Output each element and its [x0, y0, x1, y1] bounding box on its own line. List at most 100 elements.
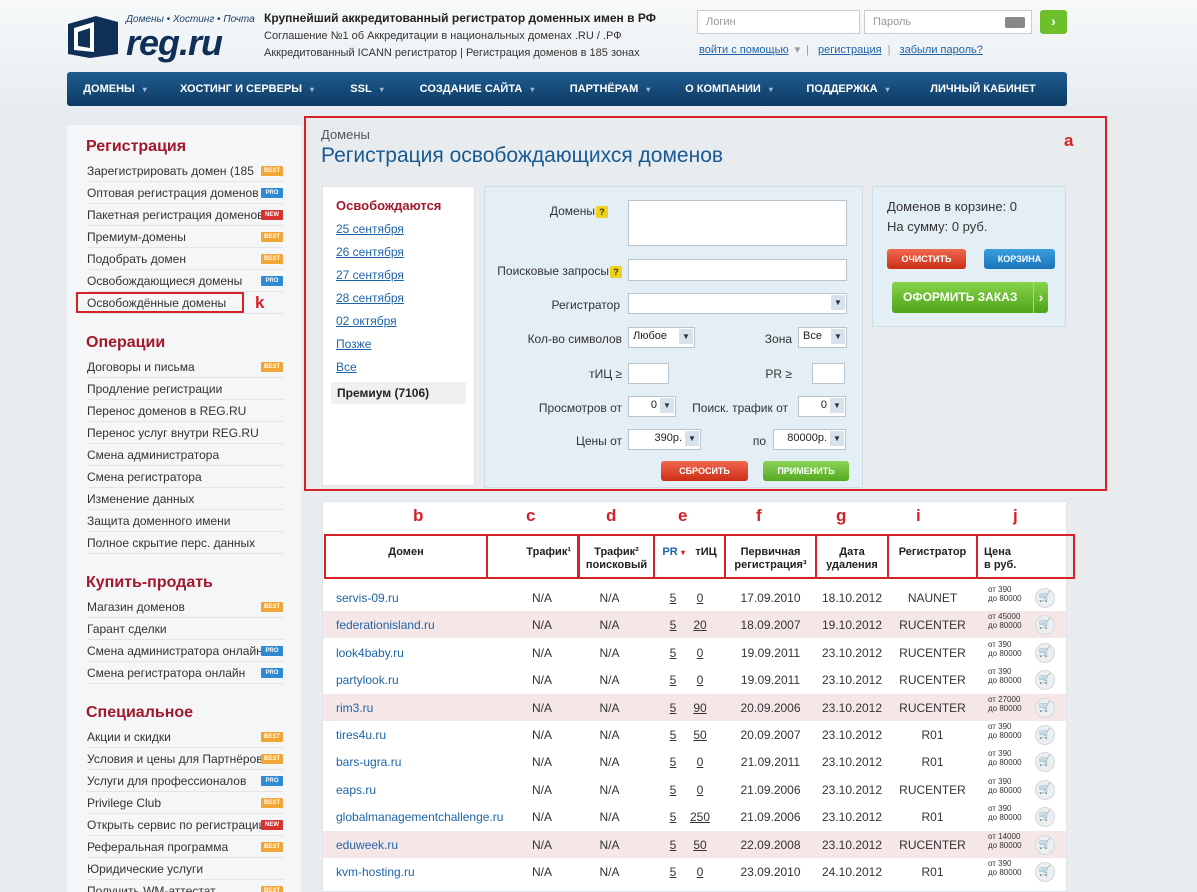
nav-site-creation[interactable]: СОЗДАНИЕ САЙТА: [403, 83, 551, 95]
column-first-registration[interactable]: Первичная регистрация³: [726, 546, 815, 572]
column-price[interactable]: Цена в руб.: [984, 546, 1054, 572]
sidebar-item-pro-services[interactable]: Услуги для профессионалов PRO: [87, 770, 283, 792]
sidebar-item-change-data[interactable]: Изменение данных: [87, 488, 283, 510]
column-traffic1[interactable]: Трафик¹: [490, 546, 577, 559]
price-from-select[interactable]: 390р. ▼: [628, 429, 701, 450]
domain-link[interactable]: tires4u.ru: [336, 728, 386, 742]
sidebar-item-wm-attestat[interactable]: Получить WM-аттестат BEST: [87, 880, 283, 892]
help-icon[interactable]: ?: [610, 266, 622, 278]
column-domain[interactable]: Домен: [326, 546, 486, 559]
sidebar-item-hide-data[interactable]: Полное скрытие перс. данных: [87, 532, 283, 554]
domains-textarea[interactable]: [628, 200, 847, 246]
basket-icon[interactable]: 🛒: [1035, 615, 1055, 636]
date-link-all[interactable]: Все: [336, 360, 357, 374]
domain-link[interactable]: globalmanagementchallenge.ru: [336, 810, 503, 824]
sidebar-item-transfer-in[interactable]: Перенос доменов в REG.RU: [87, 400, 283, 422]
domain-link[interactable]: kvm-hosting.ru: [336, 865, 415, 879]
password-input[interactable]: Пароль: [864, 10, 1032, 34]
sidebar-item-escrow[interactable]: Гарант сделки: [87, 618, 283, 640]
basket-icon[interactable]: 🛒: [1035, 834, 1055, 855]
pr-cell[interactable]: 5: [663, 838, 683, 852]
register-link[interactable]: регистрация: [818, 44, 882, 56]
basket-icon[interactable]: 🛒: [1035, 862, 1055, 882]
queries-input[interactable]: [628, 259, 847, 281]
date-link[interactable]: 26 сентября: [336, 245, 404, 259]
nav-partners[interactable]: ПАРТНЁРАМ: [551, 83, 669, 95]
domain-link[interactable]: servis-09.ru: [336, 591, 399, 605]
price-to-select[interactable]: 80000р. ▼: [773, 429, 846, 450]
date-link-later[interactable]: Позже: [336, 337, 371, 351]
domain-link[interactable]: look4baby.ru: [336, 646, 404, 660]
sidebar-item-admin-online[interactable]: Смена администратора онлайн PRO: [87, 640, 283, 662]
tic-cell[interactable]: 20: [688, 618, 712, 632]
table-row[interactable]: partylook.ru N/A N/A 5 0 19.09.2011 23.10.2012…: [323, 666, 1066, 693]
tic-cell[interactable]: 0: [688, 755, 712, 769]
help-icon[interactable]: ?: [596, 206, 608, 218]
pr-cell[interactable]: 5: [663, 591, 683, 605]
tic-input[interactable]: [628, 363, 669, 384]
chars-select[interactable]: Любое ▼: [628, 327, 695, 348]
date-link[interactable]: 25 сентября: [336, 222, 404, 236]
sidebar-item-bulk-registration[interactable]: Оптовая регистрация доменов PRO: [87, 182, 283, 204]
column-deletion-date[interactable]: Дата удаления: [817, 546, 887, 572]
table-row[interactable]: kvm-hosting.ru N/A N/A 5 0 23.09.2010 24.10.20…: [323, 858, 1066, 885]
sidebar-item-promos[interactable]: Акции и скидки BEST: [87, 726, 283, 748]
nav-ssl[interactable]: SSL: [331, 83, 403, 95]
zone-select[interactable]: Все ▼: [798, 327, 847, 348]
pr-cell[interactable]: 5: [663, 755, 683, 769]
tic-cell[interactable]: 0: [688, 783, 712, 797]
sidebar-item-domain-protection[interactable]: Защита доменного имени: [87, 510, 283, 532]
date-link[interactable]: 27 сентября: [336, 268, 404, 282]
column-registrar[interactable]: Регистратор: [889, 546, 976, 559]
tic-cell[interactable]: 90: [688, 701, 712, 715]
login-with-link[interactable]: войти с помощью: [699, 44, 789, 56]
traffic-select[interactable]: 0 ▼: [798, 396, 846, 417]
domain-link[interactable]: rim3.ru: [336, 701, 373, 715]
tic-cell[interactable]: 50: [688, 728, 712, 742]
sidebar-item-expiring-domains[interactable]: Освобождающиеся домены PRO: [87, 270, 283, 292]
sidebar-item-registrar-online[interactable]: Смена регистратора онлайн PRO: [87, 662, 283, 684]
site-logo[interactable]: Домены • Хостинг • Почта reg.ru: [66, 10, 255, 63]
domain-link[interactable]: bars-ugra.ru: [336, 755, 401, 769]
sidebar-item-register-domain[interactable]: Зарегистрировать домен (185 BEST: [87, 160, 283, 182]
checkout-button[interactable]: ОФОРМИТЬ ЗАКАЗ: [892, 282, 1048, 313]
domain-link[interactable]: federationisland.ru: [336, 618, 435, 632]
pr-cell[interactable]: 5: [663, 701, 683, 715]
sort-desc-icon[interactable]: ▾: [678, 546, 688, 559]
login-submit-button[interactable]: ›: [1040, 10, 1067, 34]
basket-icon[interactable]: 🛒: [1035, 807, 1055, 828]
basket-icon[interactable]: 🛒: [1035, 588, 1055, 608]
tic-cell[interactable]: 50: [688, 838, 712, 852]
basket-icon[interactable]: 🛒: [1035, 697, 1055, 718]
nav-about[interactable]: О КОМПАНИИ: [669, 83, 789, 95]
apply-button[interactable]: ПРИМЕНИТЬ: [763, 461, 849, 481]
basket-icon[interactable]: 🛒: [1035, 752, 1055, 773]
keyboard-icon[interactable]: [1005, 17, 1025, 28]
sidebar-item-domain-shop[interactable]: Магазин доменов BEST: [87, 596, 283, 618]
sidebar-item-transfer-internal[interactable]: Перенос услуг внутри REG.RU: [87, 422, 283, 444]
tic-cell[interactable]: 0: [688, 673, 712, 687]
table-row[interactable]: tires4u.ru N/A N/A 5 50 20.09.2007 23.10.2012 R…: [323, 721, 1066, 748]
basket-icon[interactable]: 🛒: [1035, 670, 1055, 691]
tic-cell[interactable]: 0: [688, 646, 712, 660]
sidebar-item-open-service[interactable]: Открыть сервис по регистрации NEW: [87, 814, 283, 836]
sidebar-item-pick-domain[interactable]: Подобрать домен BEST: [87, 248, 283, 270]
tic-cell[interactable]: 250: [688, 810, 712, 824]
pr-input[interactable]: [812, 363, 845, 384]
basket-icon[interactable]: 🛒: [1035, 725, 1055, 745]
premium-filter[interactable]: Премиум (7106): [331, 382, 466, 404]
reset-button[interactable]: СБРОСИТЬ: [661, 461, 748, 481]
nav-domains[interactable]: ДОМЕНЫ: [67, 83, 163, 95]
views-select[interactable]: 0 ▼: [628, 396, 676, 417]
table-row[interactable]: bars-ugra.ru N/A N/A 5 0 21.09.2011 23.10.2012…: [323, 748, 1066, 775]
nav-support[interactable]: ПОДДЕРЖКА: [789, 83, 907, 95]
nav-hosting[interactable]: ХОСТИНГ И СЕРВЕРЫ: [163, 83, 331, 95]
pr-cell[interactable]: 5: [663, 783, 683, 797]
table-row[interactable]: federationisland.ru N/A N/A 5 20 18.09.2007 19…: [323, 611, 1066, 639]
pr-cell[interactable]: 5: [663, 646, 683, 660]
pr-cell[interactable]: 5: [663, 728, 683, 742]
sidebar-item-renewal[interactable]: Продление регистрации: [87, 378, 283, 400]
table-row[interactable]: globalmanagementchallenge.ru N/A N/A 5 250 21…: [323, 803, 1066, 830]
sidebar-item-premium-domains[interactable]: Премиум-домены BEST: [87, 226, 283, 248]
cart-button[interactable]: КОРЗИНА: [984, 249, 1055, 269]
